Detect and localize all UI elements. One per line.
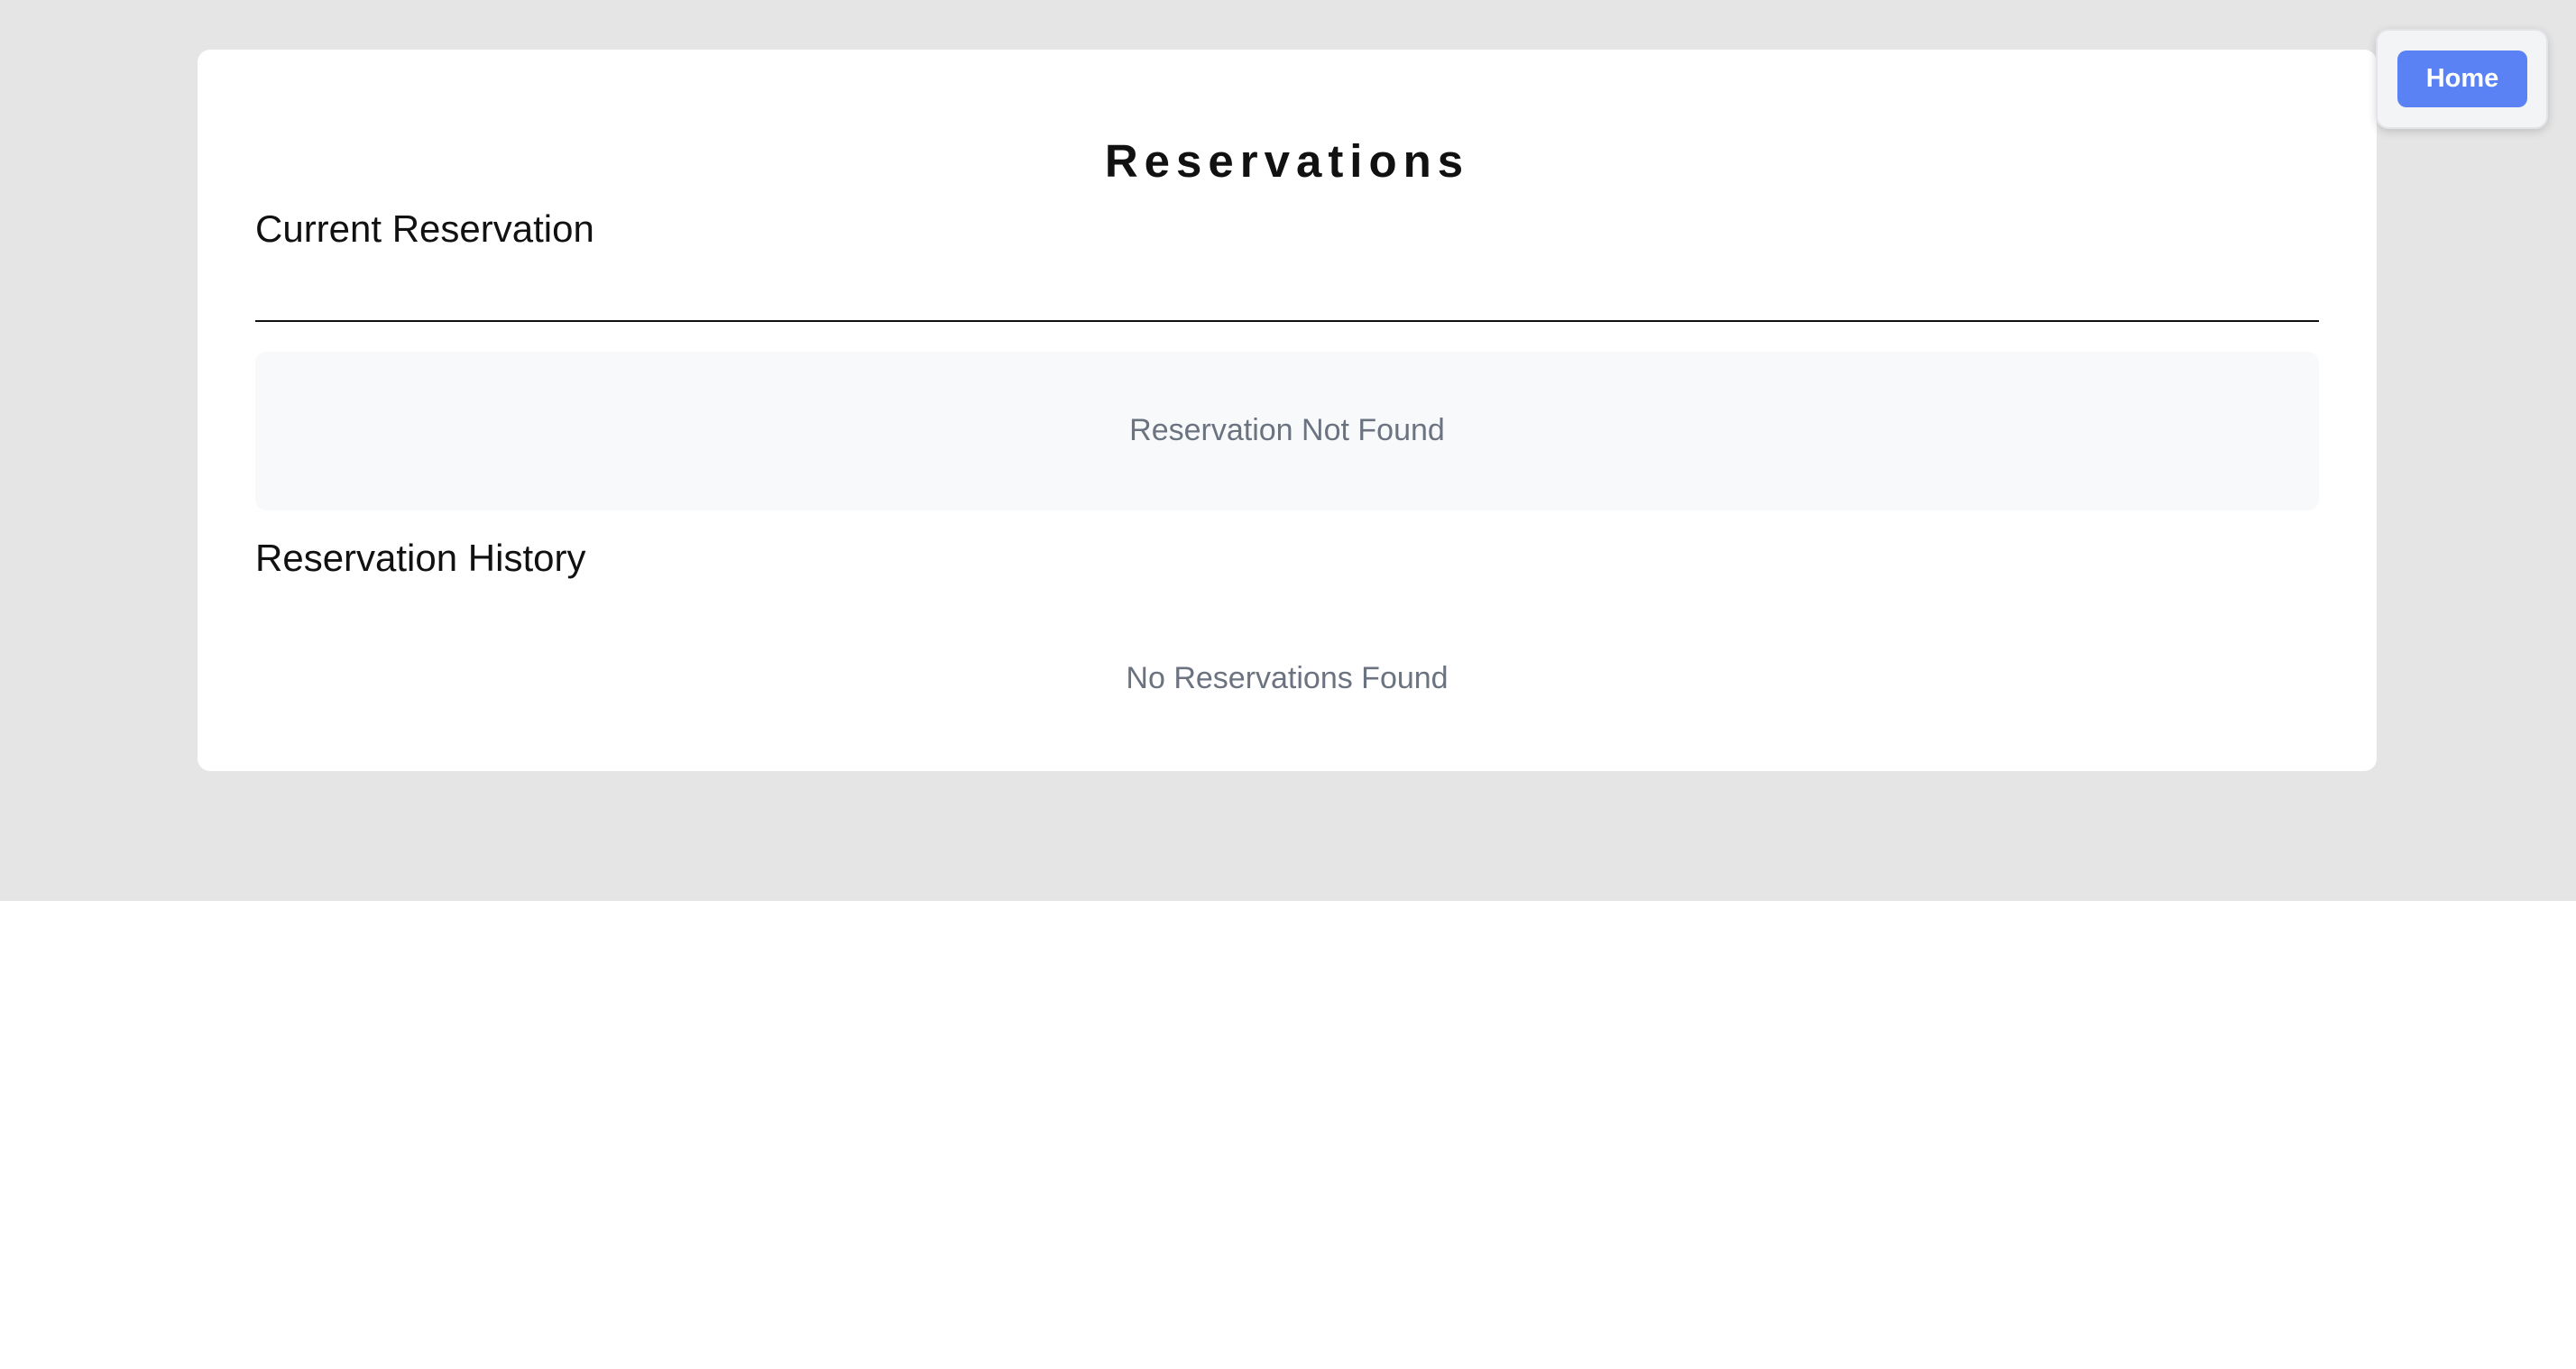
reservation-history-empty-message: No Reservations Found [1126, 661, 1449, 695]
reservations-card: Reservations Current Reservation Reserva… [198, 50, 2377, 771]
section-divider [255, 320, 2319, 322]
reservation-history-heading: Reservation History [255, 537, 586, 579]
current-reservation-empty-state: Reservation Not Found [255, 352, 2319, 510]
page-title: Reservations [1104, 135, 1470, 187]
home-button[interactable]: Home [2397, 51, 2527, 107]
current-reservation-empty-message: Reservation Not Found [1129, 413, 1445, 447]
current-reservation-heading: Current Reservation [255, 207, 594, 250]
home-nav-panel: Home [2376, 29, 2548, 129]
